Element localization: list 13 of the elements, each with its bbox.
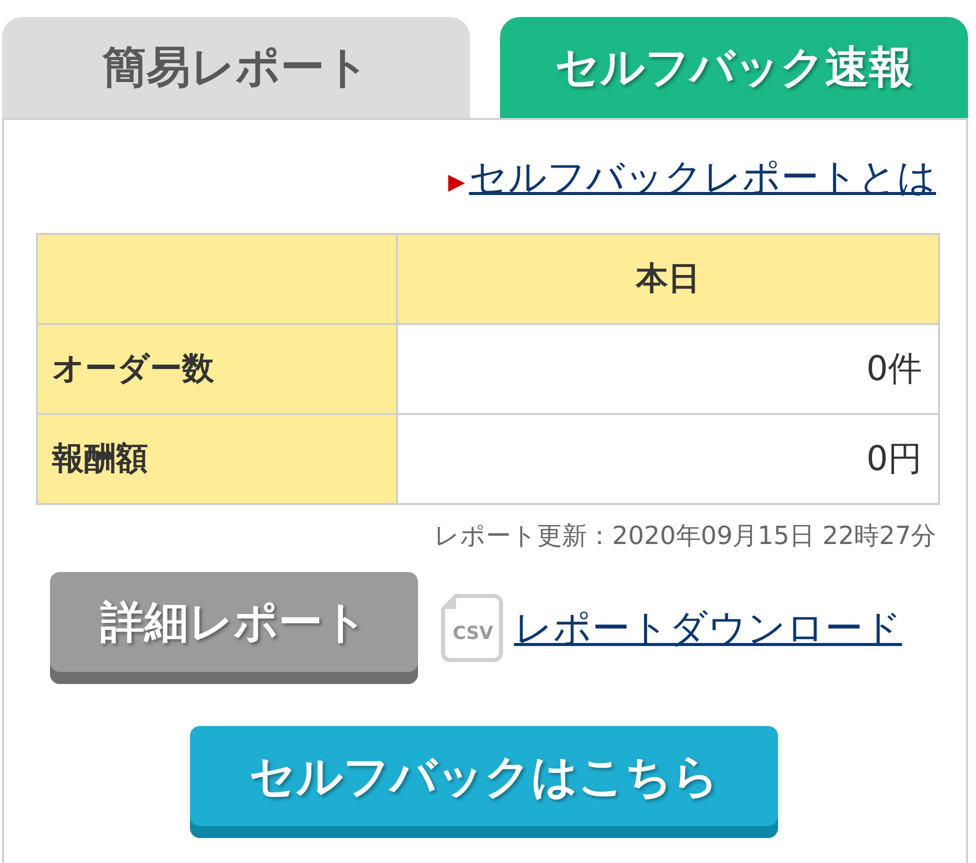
table-cell: 0円	[397, 414, 939, 504]
tab[interactable]: 簡易レポート	[2, 17, 470, 118]
selfback-button[interactable]: セルフバックはこちら	[190, 726, 778, 838]
about-link[interactable]: セルフバックレポートとは	[469, 152, 936, 203]
update-time: レポート更新：2020年09月15日 22時27分	[433, 520, 936, 552]
csv-file-icon: CSV	[440, 593, 504, 663]
detail-report-button[interactable]: 詳細レポート	[50, 572, 418, 684]
column-header: 本日	[397, 234, 939, 324]
download-link[interactable]: レポートダウンロード	[514, 602, 902, 654]
table-cell: 0件	[397, 324, 939, 414]
row-header: 報酬額	[37, 414, 397, 504]
row-header: オーダー数	[37, 324, 397, 414]
triangle-icon: ▶	[448, 170, 465, 195]
